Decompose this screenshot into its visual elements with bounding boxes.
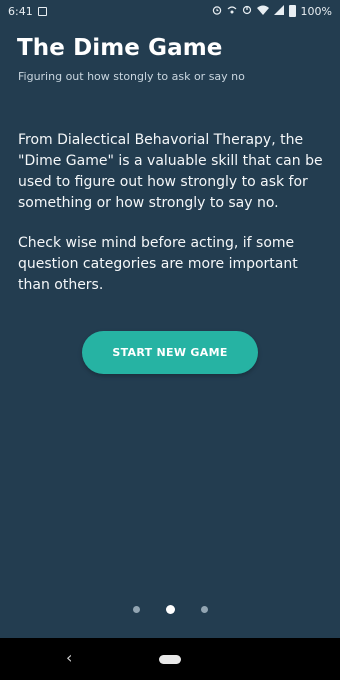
home-icon[interactable] [159, 654, 181, 664]
page-title: The Dime Game [17, 35, 223, 61]
status-left: 6:41 [8, 5, 47, 18]
status-bar: 6:41 100% [0, 0, 340, 22]
start-new-game-button[interactable]: START NEW GAME [82, 331, 258, 374]
sync-icon [242, 5, 252, 18]
wifi-calling-icon [227, 5, 237, 18]
wise-mind-paragraph: Check wise mind before acting, if some q… [18, 235, 298, 293]
signal-icon [273, 4, 284, 18]
page-dot[interactable] [132, 605, 140, 613]
battery-icon [288, 5, 296, 17]
page-indicator [0, 603, 340, 615]
status-right: 100% [212, 4, 332, 18]
page-subtitle: Figuring out how stongly to ask or say n… [18, 70, 245, 83]
page-dot-active[interactable] [165, 604, 175, 614]
intro-paragraph: From Dialectical Behavorial Therapy, the… [18, 132, 323, 211]
navigation-bar: ‹ [0, 638, 340, 680]
status-time: 6:41 [8, 4, 33, 18]
screenshot-icon [37, 6, 47, 16]
back-icon[interactable]: ‹ [66, 650, 72, 666]
battery-level: 100% [300, 4, 332, 18]
alarm-icon [212, 5, 222, 18]
page-dot[interactable] [200, 605, 208, 613]
wifi-icon [256, 5, 269, 18]
